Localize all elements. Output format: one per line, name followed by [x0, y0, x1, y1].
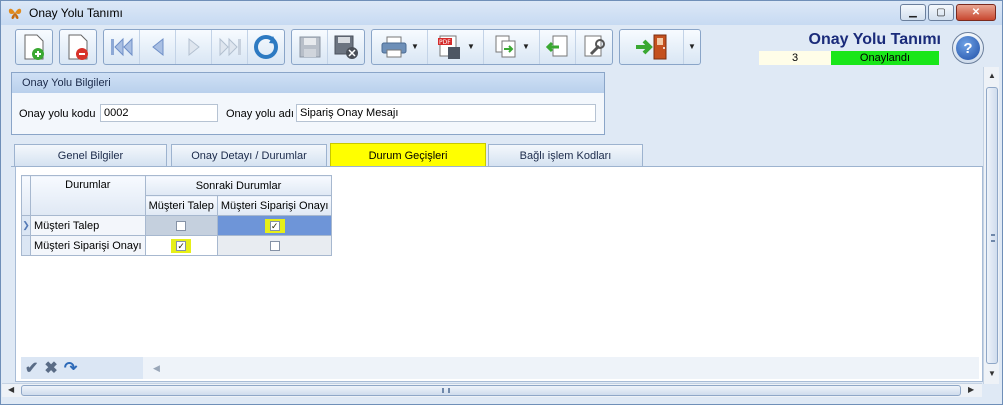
delete-document-icon — [68, 34, 88, 60]
scroll-thumb[interactable] — [986, 87, 998, 364]
scroll-left-icon[interactable]: ◀ — [8, 385, 14, 394]
first-record-icon — [110, 37, 132, 56]
close-icon: ✕ — [971, 7, 981, 18]
record-number: 3 — [759, 51, 831, 65]
delete-button[interactable] — [60, 30, 96, 64]
page-title: Onay Yolu Tanımı — [808, 31, 941, 48]
print-button[interactable]: ▼ — [372, 29, 428, 64]
new-button[interactable] — [16, 30, 52, 64]
approval-info-group: Onay Yolu Bilgileri Onay yolu kodu 0002 … — [11, 72, 605, 135]
title-bar: Onay Yolu Tanımı ▁ ▢ ✕ — [1, 1, 1002, 25]
header-sub-0[interactable]: Müşteri Talep — [144, 195, 218, 216]
maximize-button[interactable]: ▢ — [928, 4, 954, 21]
transitions-panel: Durumlar Sonraki Durumlar Müşteri Talep … — [15, 167, 983, 382]
svg-text:PDF: PDF — [439, 39, 451, 46]
row-label: Müşteri Talep — [30, 215, 146, 236]
import-icon — [545, 35, 567, 56]
exit-button[interactable] — [620, 29, 684, 64]
next-record-icon — [188, 37, 200, 56]
grid-cell[interactable]: ✓ — [216, 215, 333, 236]
toolbar: ▼ PDF ▼ ▼ ▼ — [15, 28, 707, 65]
tools-button[interactable] — [576, 30, 612, 64]
tools-icon — [584, 35, 605, 56]
minimize-icon: ▁ — [909, 7, 917, 18]
grid-navigator: ✔ ✖ ↷ ◀ — [21, 357, 979, 379]
redo-icon[interactable]: ↷ — [64, 358, 77, 378]
pdf-export-button[interactable]: PDF ▼ — [428, 29, 484, 64]
group-title: Onay Yolu Bilgileri — [12, 73, 604, 93]
row-indicator — [21, 235, 31, 256]
check-icon[interactable]: ✔ — [25, 358, 38, 378]
save-close-button[interactable] — [328, 30, 364, 64]
table-row: Müşteri Siparişi Onayı ✓ — [21, 235, 333, 256]
new-document-icon — [24, 34, 44, 60]
vertical-scrollbar[interactable]: ▲ ▼ — [983, 67, 999, 384]
last-record-icon — [219, 37, 241, 56]
close-button[interactable]: ✕ — [956, 4, 996, 21]
window-title: Onay Yolu Tanımı — [29, 6, 123, 20]
exit-dropdown[interactable]: ▼ — [684, 30, 700, 64]
print-icon — [381, 36, 407, 57]
tab-linked-codes[interactable]: Bağlı işlem Kodları — [488, 144, 643, 166]
scroll-down-icon[interactable]: ▼ — [988, 369, 996, 378]
checkbox-checked[interactable]: ✓ — [176, 240, 187, 251]
name-field[interactable]: Sipariş Onay Mesajı — [296, 104, 596, 122]
next-record-button[interactable] — [176, 29, 212, 64]
name-label: Onay yolu adı — [226, 108, 294, 120]
previous-record-button[interactable] — [140, 29, 176, 64]
main-window: Onay Yolu Tanımı ▁ ▢ ✕ ▼ PDF ▼ ▼ ▼ Onay … — [0, 0, 1003, 405]
first-record-button[interactable] — [104, 29, 140, 64]
scroll-up-icon[interactable]: ▲ — [988, 71, 996, 80]
checkbox-checked[interactable]: ✓ — [269, 220, 280, 231]
dropdown-arrow-icon[interactable]: ▼ — [522, 42, 530, 51]
checkbox[interactable] — [269, 240, 280, 251]
code-label: Onay yolu kodu — [19, 108, 96, 120]
checkbox[interactable] — [176, 220, 187, 231]
scroll-thumb[interactable] — [21, 385, 961, 396]
import-button[interactable] — [540, 29, 576, 64]
table-row: ❯ Müşteri Talep ✓ — [21, 215, 333, 236]
exit-door-icon — [635, 34, 666, 59]
refresh-button[interactable] — [248, 30, 284, 64]
maximize-icon: ▢ — [936, 7, 946, 18]
header-sonraki[interactable]: Sonraki Durumlar — [144, 175, 333, 196]
code-field[interactable]: 0002 — [100, 104, 218, 122]
refresh-icon — [254, 34, 278, 59]
tab-general[interactable]: Genel Bilgiler — [14, 144, 167, 166]
tab-approval-detail[interactable]: Onay Detayı / Durumlar — [171, 144, 327, 166]
row-pointer-icon: ❯ — [21, 215, 31, 236]
row-label: Müşteri Siparişi Onayı — [30, 235, 146, 256]
help-icon: ? — [956, 36, 980, 60]
pdf-export-icon: PDF — [438, 35, 461, 59]
butterfly-app-icon — [7, 5, 23, 21]
minimize-button[interactable]: ▁ — [900, 4, 926, 21]
dropdown-arrow-icon[interactable]: ▼ — [411, 42, 419, 51]
header-sub-1[interactable]: Müşteri Siparişi Onayı — [216, 195, 333, 216]
previous-record-icon — [151, 37, 163, 56]
grid-corner — [21, 175, 31, 216]
copy-button[interactable]: ▼ — [484, 29, 540, 64]
last-record-button[interactable] — [212, 29, 248, 64]
dropdown-arrow-icon[interactable]: ▼ — [467, 42, 475, 51]
grid-cell[interactable] — [144, 215, 218, 236]
scroll-right-icon[interactable]: ▶ — [968, 385, 974, 394]
cancel-x-icon[interactable]: ✖ — [44, 358, 57, 378]
save-button[interactable] — [292, 29, 328, 64]
save-close-icon — [334, 35, 358, 59]
copy-icon — [495, 35, 516, 57]
tab-status-transitions[interactable]: Durum Geçişleri — [330, 143, 486, 166]
scroll-left-icon[interactable]: ◀ — [153, 363, 160, 374]
grid-cell[interactable]: ✓ — [144, 235, 218, 256]
grid-cell[interactable] — [216, 235, 333, 256]
transitions-grid: Durumlar Sonraki Durumlar Müşteri Talep … — [21, 175, 333, 256]
help-button[interactable]: ? — [952, 32, 984, 64]
status-badge: Onaylandı — [831, 51, 939, 65]
dropdown-arrow-icon[interactable]: ▼ — [688, 42, 696, 51]
horizontal-scrollbar[interactable]: ◀ ▶ — [2, 383, 982, 397]
save-icon — [299, 36, 320, 57]
header-durumlar[interactable]: Durumlar — [30, 175, 146, 216]
